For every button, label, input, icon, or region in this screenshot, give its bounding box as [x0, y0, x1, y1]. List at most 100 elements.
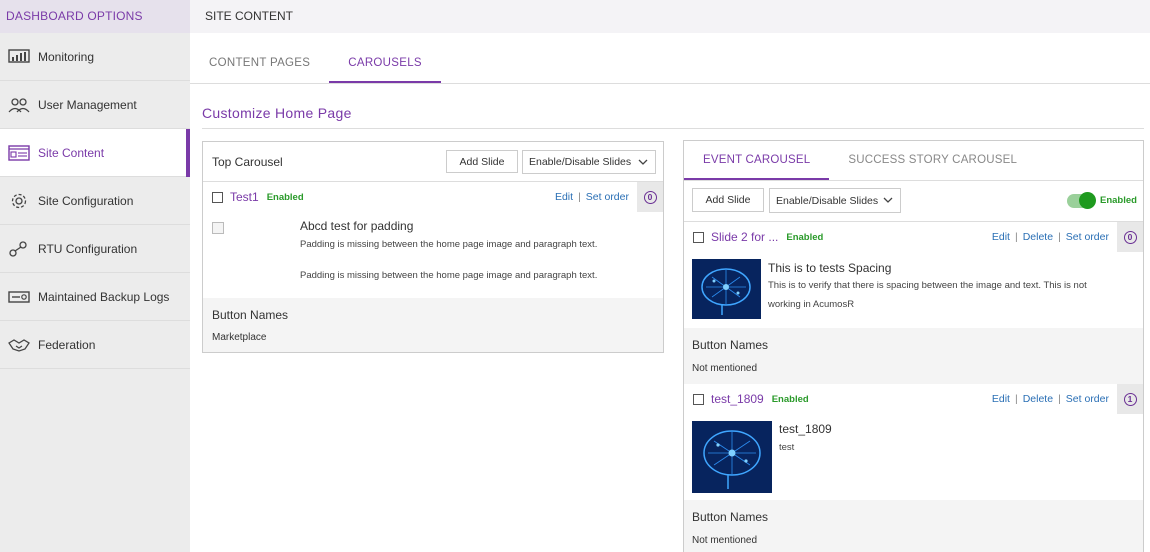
page-title: Customize Home Page [202, 105, 352, 121]
slide-actions: Edit | Set order [555, 191, 629, 203]
button-names-section: Button Names Not mentioned [684, 328, 1143, 384]
button-names-label: Button Names [212, 308, 289, 322]
separator: | [1058, 393, 1061, 405]
sidebar-item-label: Site Configuration [38, 193, 134, 208]
tab-event-carousel[interactable]: EVENT CAROUSEL [684, 141, 830, 180]
sidebar-header: DASHBOARD OPTIONS [0, 0, 190, 33]
tab-carousels[interactable]: CAROUSELS [329, 45, 441, 83]
event-carousel-toolbar: Add Slide Enable/Disable Slides Enabled [684, 181, 1143, 222]
chevron-down-icon [638, 157, 648, 168]
page-header-title: SITE CONTENT [205, 9, 294, 23]
slide-description: Padding is missing between the home page… [300, 239, 598, 250]
sidebar-item-label: RTU Configuration [38, 241, 138, 256]
edit-link[interactable]: Edit [992, 231, 1010, 243]
slide-checkbox[interactable] [693, 231, 704, 243]
slide-name[interactable]: Test1 [230, 190, 259, 204]
slide-checkbox[interactable] [212, 191, 223, 203]
separator: | [1014, 231, 1018, 243]
title-divider [202, 128, 1144, 129]
brain-circuit-image [692, 259, 761, 319]
status-badge: Enabled [786, 231, 824, 243]
delete-link[interactable]: Delete [1023, 231, 1053, 243]
status-badge: Enabled [771, 393, 809, 405]
sidebar-item-monitoring[interactable]: Monitoring [0, 33, 190, 81]
enable-disable-slides-dropdown[interactable]: Enable/Disable Slides [522, 150, 656, 174]
button-names-value: Not mentioned [692, 363, 758, 374]
set-order-link[interactable]: Set order [1066, 231, 1109, 243]
sidebar-item-label: Site Content [38, 145, 105, 160]
users-icon [8, 96, 30, 114]
slide-row-header: test_1809 Enabled Edit | Delete | Set or… [684, 384, 1143, 414]
gear-icon [8, 192, 30, 210]
slide-content: This is to tests Spacing This is to veri… [684, 252, 1143, 328]
sidebar-item-label: User Management [38, 97, 137, 112]
slide-description: test [779, 442, 795, 453]
order-number: 0 [643, 190, 657, 204]
edit-link[interactable]: Edit [555, 191, 573, 203]
add-slide-button[interactable]: Add Slide [692, 188, 764, 212]
add-slide-button[interactable]: Add Slide [446, 150, 518, 173]
tab-success-story-carousel[interactable]: SUCCESS STORY CAROUSEL [829, 141, 1036, 180]
sidebar-item-site-content[interactable]: Site Content [0, 129, 190, 177]
dropdown-label: Enable/Disable Slides [776, 194, 879, 207]
status-badge: Enabled [266, 191, 304, 203]
site-content-icon [8, 144, 30, 162]
enable-disable-slides-dropdown[interactable]: Enable/Disable Slides [769, 188, 901, 213]
slide-content: Abcd test for padding Padding is missing… [203, 212, 663, 298]
slide-checkbox[interactable] [693, 393, 704, 405]
sidebar-item-site-configuration[interactable]: Site Configuration [0, 177, 190, 225]
sidebar-item-backup-logs[interactable]: Maintained Backup Logs [0, 273, 190, 321]
sidebar-item-label: Maintained Backup Logs [38, 289, 170, 304]
order-indicator: 0 [1117, 222, 1143, 252]
carousel-tabs: EVENT CAROUSEL SUCCESS STORY CAROUSEL [684, 141, 1143, 181]
slide-description: Padding is missing between the home page… [300, 270, 598, 281]
slide-actions: Edit | Delete | Set order [992, 231, 1109, 243]
slide-description: This is to verify that there is spacing … [768, 280, 1087, 310]
order-number: 1 [1123, 392, 1137, 406]
carousel-enabled-toggle[interactable] [1067, 192, 1096, 209]
slide-heading: test_1809 [779, 422, 832, 436]
brain-circuit-image [692, 421, 772, 493]
slide-heading: This is to tests Spacing [768, 261, 892, 275]
dropdown-label: Enable/Disable Slides [529, 156, 632, 168]
event-carousel-panel: EVENT CAROUSEL SUCCESS STORY CAROUSEL Ad… [683, 140, 1144, 552]
button-names-value: Not mentioned [692, 535, 758, 546]
button-names-section: Button Names Marketplace [203, 298, 663, 352]
chevron-down-icon [883, 195, 893, 206]
slide-content: test_1809 test [684, 414, 1143, 500]
order-indicator: 0 [637, 182, 663, 212]
order-indicator: 1 [1117, 384, 1143, 414]
separator: | [1014, 393, 1018, 405]
button-names-value: Marketplace [212, 332, 267, 343]
slide-row: Slide 2 for ... Enabled Edit | Delete | … [684, 222, 1143, 252]
sidebar-item-label: Monitoring [38, 49, 95, 64]
content-tabs: CONTENT PAGES CAROUSELS [190, 45, 1150, 84]
toggle-knob [1079, 192, 1096, 209]
sidebar-item-federation[interactable]: Federation [0, 321, 190, 369]
set-order-link[interactable]: Set order [1066, 393, 1109, 405]
button-names-label: Button Names [692, 510, 769, 524]
backup-logs-icon [8, 288, 30, 306]
top-carousel-title: Top Carousel [212, 154, 283, 169]
sidebar: DASHBOARD OPTIONS Monitoring User Manage… [0, 0, 190, 552]
top-carousel-header: Top Carousel Add Slide Enable/Disable Sl… [203, 142, 663, 182]
slide-row: test_1809 Enabled Edit | Delete | Set or… [684, 384, 1143, 414]
sidebar-item-rtu-configuration[interactable]: RTU Configuration [0, 225, 190, 273]
separator: | [1058, 231, 1061, 243]
button-names-label: Button Names [692, 338, 769, 352]
set-order-link[interactable]: Set order [586, 191, 629, 203]
slide-heading: Abcd test for padding [300, 219, 414, 233]
edit-link[interactable]: Edit [992, 393, 1010, 405]
slide-name[interactable]: Slide 2 for ... [711, 230, 778, 244]
delete-link[interactable]: Delete [1023, 393, 1053, 405]
rtu-icon [8, 240, 30, 258]
handshake-icon [8, 336, 30, 354]
tab-content-pages[interactable]: CONTENT PAGES [190, 45, 329, 83]
separator: | [578, 191, 581, 203]
sidebar-item-label: Federation [38, 337, 96, 352]
slide-row: Test1 Enabled Edit | Set order 0 [203, 182, 663, 212]
button-names-section: Button Names Not mentioned [684, 500, 1143, 552]
slide-name[interactable]: test_1809 [711, 392, 764, 406]
order-number: 0 [1123, 230, 1137, 244]
sidebar-item-user-management[interactable]: User Management [0, 81, 190, 129]
